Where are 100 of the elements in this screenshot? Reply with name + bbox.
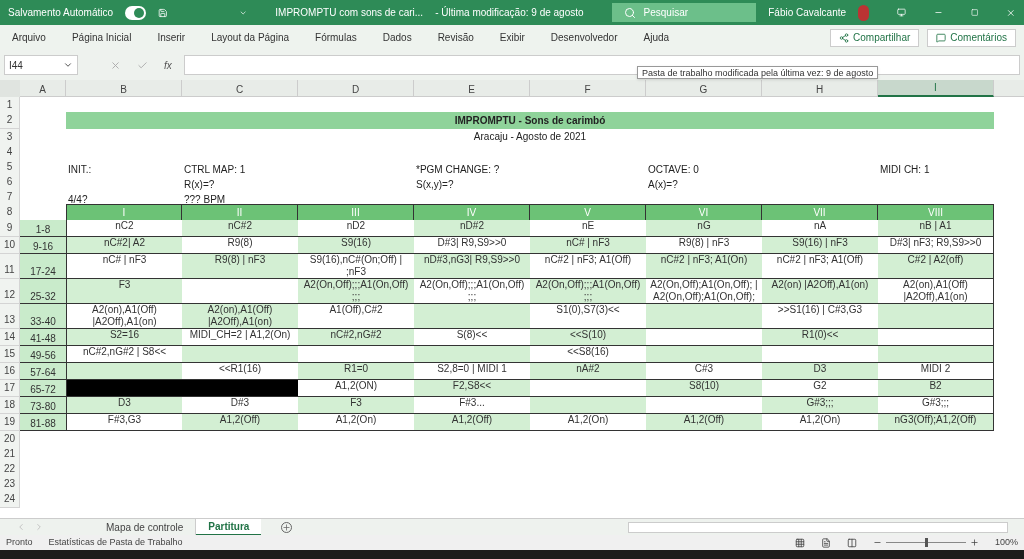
row-header[interactable]: 11	[0, 254, 20, 279]
table-cell: nD#3,nG3| R9,S9>>0	[414, 254, 530, 279]
column-header[interactable]: E	[414, 80, 530, 97]
ribbon-tab[interactable]: Inserir	[144, 30, 199, 45]
table-cell: nC#2	[182, 220, 298, 237]
table-cell: S2,8=0 | MIDI 1	[414, 363, 530, 380]
table-cell: 9-16	[20, 237, 66, 254]
normal-view-icon[interactable]	[794, 537, 805, 548]
zoom-level[interactable]: 100%	[994, 535, 1018, 550]
share-icon	[839, 32, 850, 43]
ribbon-display-icon[interactable]	[897, 6, 906, 19]
table-cell: nE	[530, 220, 646, 237]
name-box[interactable]: I44	[4, 55, 78, 75]
table-cell: F2,S8<<	[414, 380, 530, 397]
column-header[interactable]: G	[646, 80, 762, 97]
table-cell: F3	[66, 279, 182, 304]
page-break-icon[interactable]	[846, 537, 857, 548]
table-cell: A2(On,Off);;;A1(On,Off) ;;;	[414, 279, 530, 304]
row-header[interactable]: 13	[0, 304, 20, 329]
zoom-in-icon[interactable]	[969, 538, 979, 547]
column-header[interactable]: I	[878, 80, 994, 97]
page-layout-icon[interactable]	[820, 537, 831, 548]
table-cell: nC2	[66, 220, 182, 237]
table-cell: nC#2| A2	[66, 237, 182, 254]
horizontal-scrollbar[interactable]	[628, 521, 1008, 533]
cell-text: *PGM CHANGE: ?	[415, 164, 501, 176]
table-cell: nD#2	[414, 220, 530, 237]
comment-icon	[936, 32, 947, 43]
table-cell: 81-88	[20, 414, 66, 431]
table-cell: A1,2(On)	[530, 414, 646, 431]
share-button[interactable]: Compartilhar	[830, 28, 920, 47]
autosave-toggle[interactable]	[125, 5, 146, 20]
maximize-icon[interactable]	[970, 7, 979, 18]
table-cell: nC#2 | nF3; A1(Off)	[762, 254, 878, 279]
row-header[interactable]: 9	[0, 220, 20, 237]
table-cell: R9(8)	[182, 237, 298, 254]
table-cell: A2(On,Off);A1(On,Off); | A2(On,Off);A1(On,Off);	[646, 279, 762, 304]
row-header[interactable]: 16	[0, 363, 20, 380]
column-header[interactable]: D	[298, 80, 414, 97]
table-cell: A1,2(ON)	[298, 380, 414, 397]
table-cell: 33-40	[20, 304, 66, 329]
table-cell: A2(on),A1(Off) |A2Off),A1(on)	[66, 304, 182, 329]
table-cell: S8(10)	[646, 380, 762, 397]
ribbon-tab[interactable]: Desenvolvedor	[537, 30, 631, 45]
table-cell: G2	[762, 380, 878, 397]
row-header[interactable]: 12	[0, 279, 20, 304]
ribbon-tab[interactable]: Revisão	[424, 30, 487, 45]
tooltip: Pasta de trabalho modificada pela última vez: 9 de agosto	[637, 66, 879, 79]
cell-text: MIDI CH: 1	[879, 164, 931, 176]
zoom-slider[interactable]	[924, 538, 928, 547]
modified-info[interactable]: - Última modificação: 9 de agosto	[435, 5, 584, 20]
table-cell: A2(on),A1(Off) |A2Off),A1(on)	[182, 304, 298, 329]
table-cell: D3	[762, 363, 878, 380]
ribbon-tab[interactable]: Layout da Página	[198, 30, 303, 45]
table-cell: F#3,G3	[66, 414, 182, 431]
row-header[interactable]: 24	[0, 491, 20, 508]
table-cell: D#3| R9,S9>>0	[414, 237, 530, 254]
row-header[interactable]: 14	[0, 329, 20, 346]
table-cell: 25-32	[20, 279, 66, 304]
ribbon-tab[interactable]: Dados	[369, 30, 425, 45]
table-cell: R1=0	[298, 363, 414, 380]
ribbon-tab[interactable]: Exibir	[486, 30, 538, 45]
function-button[interactable]: fx	[164, 57, 172, 73]
row-header[interactable]: 2	[0, 112, 20, 129]
table-cell: nC# | nF3	[530, 237, 646, 254]
sheet-tab[interactable]: Partitura	[196, 518, 262, 536]
enter-icon[interactable]	[137, 59, 148, 71]
cancel-icon[interactable]	[110, 59, 121, 71]
column-header[interactable]: F	[530, 80, 646, 97]
row-header[interactable]: 18	[0, 397, 20, 414]
column-header[interactable]: C	[182, 80, 298, 97]
comments-button[interactable]: Comentários	[927, 28, 1016, 47]
user-name: Fábio Cavalcante	[768, 6, 847, 20]
table-cell: B2	[878, 380, 994, 397]
row-header[interactable]: 19	[0, 414, 20, 431]
row-header[interactable]: 10	[0, 237, 20, 254]
column-header[interactable]: B	[66, 80, 182, 97]
ribbon-tab[interactable]: Página Inicial	[58, 30, 145, 45]
table-cell: S9(16)	[298, 237, 414, 254]
cell-text: INIT.:	[67, 164, 93, 176]
table-cell: C#3	[646, 363, 762, 380]
table-cell: nC#2 | nF3; A1(Off)	[530, 254, 646, 279]
ribbon-tab[interactable]: Ajuda	[630, 30, 683, 45]
table-cell: A1,2(On)	[298, 414, 414, 431]
table-cell: 41-48	[20, 329, 66, 346]
ribbon-tab[interactable]: Fórmulas	[302, 30, 370, 45]
table-cell: <<S8(16)	[530, 346, 646, 363]
workbook-stats[interactable]: Estatísticas de Pasta de Trabalho	[48, 535, 183, 550]
table-cell: A2(on),A1(Off) |A2Off),A1(on)	[878, 279, 994, 304]
table-cell: 17-24	[20, 254, 66, 279]
table-cell: nA#2	[530, 363, 646, 380]
table-cell: nC#2,nG#2	[298, 329, 414, 346]
column-header[interactable]: A	[20, 80, 66, 97]
row-header[interactable]: 17	[0, 380, 20, 397]
table-cell: nC# | nF3	[66, 254, 182, 279]
row-header[interactable]: 15	[0, 346, 20, 363]
table-cell: nG	[646, 220, 762, 237]
ribbon-tab[interactable]: Arquivo	[8, 30, 59, 45]
sheet-subtitle: Aracaju - Agosto de 2021	[472, 130, 588, 144]
add-sheet-icon[interactable]	[281, 521, 293, 533]
